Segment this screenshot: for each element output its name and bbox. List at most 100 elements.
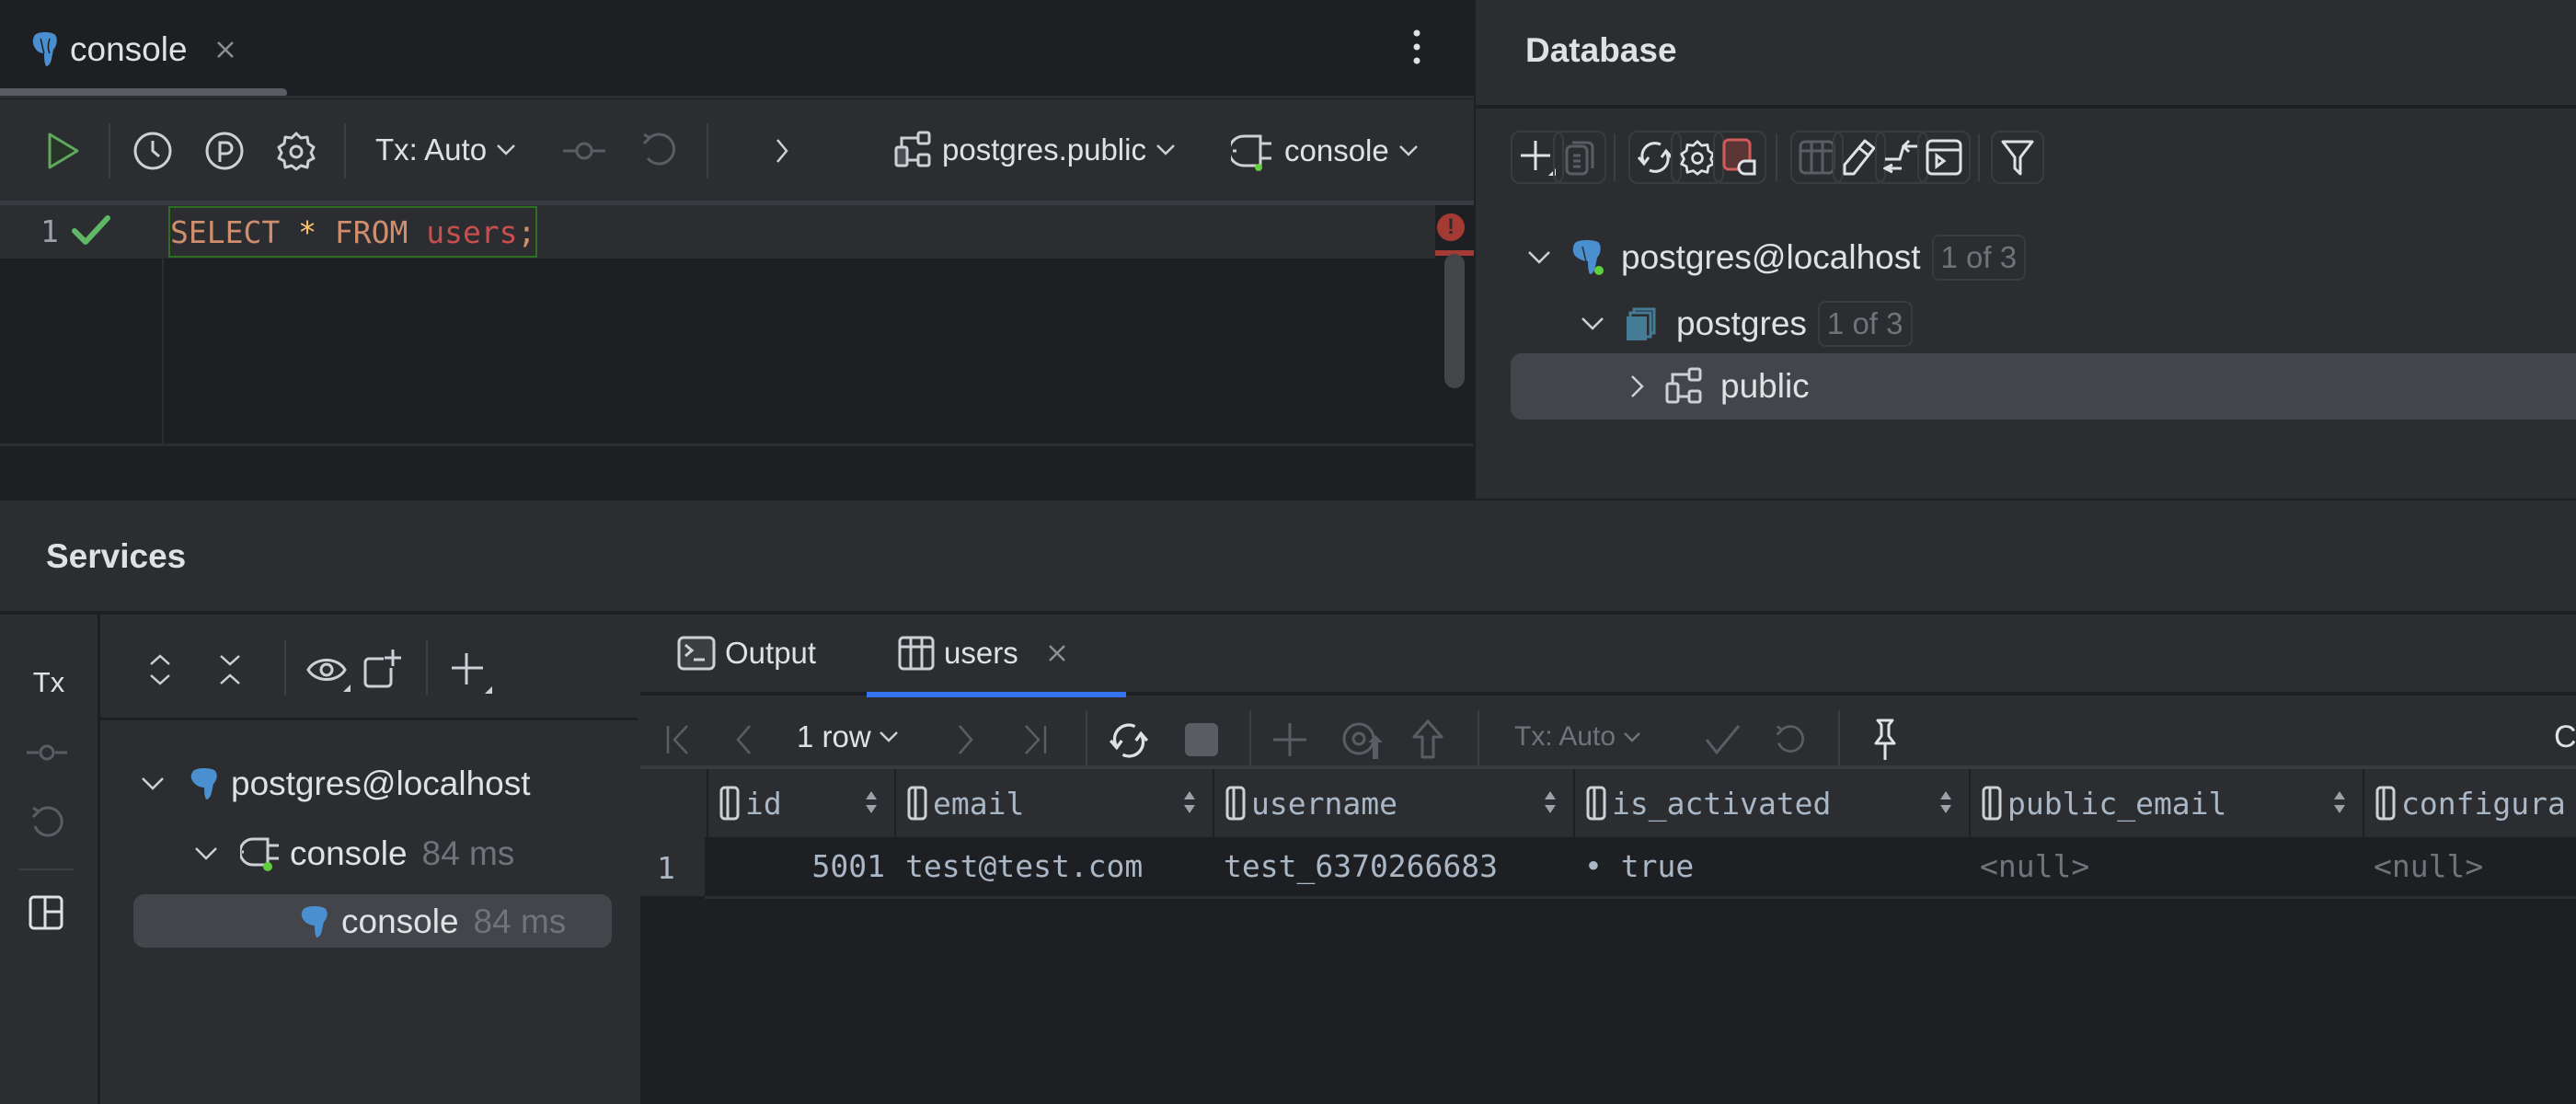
view-icon[interactable] [1340,718,1386,764]
chevron-right-icon[interactable] [1630,374,1645,398]
rollback-icon[interactable] [28,802,68,843]
page-size-dropdown[interactable]: 1 row [797,719,899,754]
eye-icon[interactable] [306,651,351,692]
chevron-down-icon[interactable] [1581,316,1604,331]
refresh-icon [1637,139,1673,176]
commit-icon[interactable] [561,134,607,167]
explain-plan-icon[interactable] [204,131,245,171]
column-header[interactable]: configura [2364,769,2576,837]
code-token-semi: ; [517,213,536,250]
chevron-down-icon[interactable] [1527,250,1551,265]
divider [0,443,1474,446]
separator [1478,710,1479,765]
collapse-all-icon[interactable] [216,653,244,686]
session-dropdown[interactable]: console [1231,131,1419,171]
panel-title: Database [1525,31,1677,69]
chevron-right-icon[interactable] [765,132,799,169]
tx-mode-button[interactable]: Tx [26,664,72,701]
run-icon[interactable] [40,127,85,175]
refresh-icon[interactable] [1108,719,1150,762]
sort-icon[interactable] [2333,789,2346,815]
code-token-kw: FROM [334,213,408,250]
tab-output[interactable]: Output [677,629,816,677]
tx-mode-dropdown[interactable]: Tx: Auto [1514,721,1641,753]
table-cell[interactable]: • true [1575,837,1969,894]
add-icon [1519,139,1556,176]
disconnect-button[interactable] [1713,131,1766,184]
table-cell[interactable]: 5001 [708,837,894,894]
rollback-icon[interactable] [1772,719,1809,760]
service-label: console [290,834,408,872]
editor-tab-bar: console [0,0,1474,99]
chevron-down-icon [496,144,516,156]
table-cell[interactable]: <null> [2364,837,2576,894]
add-service-icon[interactable] [450,650,492,694]
column-header[interactable]: is_activated [1575,769,1969,837]
grid-column: is_activated • true [1573,769,1969,896]
expand-all-icon[interactable] [146,653,174,686]
editor-scrollbar[interactable] [1444,254,1465,388]
sort-icon[interactable] [1183,789,1196,815]
tree-item-postgres[interactable]: postgres 1 of 3 [1564,291,1913,357]
tree-label: postgres [1676,305,1807,342]
chevron-down-icon[interactable] [194,846,218,861]
error-icon[interactable]: ! [1437,213,1465,241]
row-number: 1 [657,850,675,886]
table-cell[interactable]: test_6370266683 [1214,837,1573,894]
submit-icon[interactable] [1409,718,1446,762]
service-item-console[interactable]: console 84 ms [301,894,566,949]
tree-item-public[interactable]: public [1617,353,1810,420]
column-header[interactable]: public_email [1971,769,2363,837]
column-header[interactable]: id [708,769,894,837]
history-icon[interactable] [132,131,173,171]
stop-icon[interactable] [1185,723,1218,756]
tab-console[interactable]: console [31,26,236,74]
rollback-icon[interactable] [638,129,679,173]
separator [426,640,428,696]
column-icon [719,786,740,821]
commit-check-icon[interactable] [1704,721,1741,758]
sort-icon[interactable] [1544,789,1557,815]
add-row-icon[interactable] [1270,719,1310,760]
layout-icon[interactable] [28,894,64,931]
sort-icon[interactable] [865,789,878,815]
edit-icon [1843,139,1876,176]
tab-users[interactable]: users [898,629,1066,677]
new-group-icon[interactable] [363,648,408,688]
rows-label: 1 row [797,719,871,753]
first-page-icon[interactable] [664,721,692,758]
separator [109,123,110,178]
commit-icon[interactable] [24,743,70,762]
column-header[interactable]: username [1214,769,1573,837]
service-item-postgres-localhost[interactable]: postgres@localhost [141,756,531,811]
column-header[interactable]: email [896,769,1213,837]
services-tree: postgres@localhost console 84 ms console… [100,615,638,1104]
code-statement[interactable]: SELECT * FROM users; [168,206,538,258]
schema-icon [894,131,933,169]
chevron-down-icon[interactable] [141,776,165,791]
close-icon[interactable] [1048,644,1066,662]
table-cell[interactable]: test@test.com [896,837,1213,894]
tx-mode-dropdown[interactable]: Tx: Auto [375,132,516,167]
code-token-ws [280,214,298,250]
console-button[interactable] [1917,131,1971,184]
sort-icon[interactable] [1939,789,1952,815]
tree-item-postgres-localhost[interactable]: postgres@localhost 1 of 3 [1511,224,2027,291]
separator [284,640,286,696]
more-vertical-icon[interactable] [1408,24,1426,70]
previous-page-icon[interactable] [732,721,754,758]
service-label: postgres@localhost [231,765,531,802]
tx-mode-label: Tx: Auto [1514,721,1616,752]
service-item-console-session[interactable]: console 84 ms [194,826,514,881]
column-icon [1225,786,1246,821]
schema-dropdown[interactable]: postgres.public [894,131,1176,169]
count-badge: 1 of 3 [1817,301,1913,347]
close-icon[interactable] [215,40,236,60]
table-cell[interactable]: <null> [1971,837,2363,894]
pin-icon[interactable] [1869,718,1901,762]
next-page-icon[interactable] [955,721,977,758]
last-page-icon[interactable] [1021,721,1049,758]
filter-button[interactable] [1991,131,2044,184]
gear-icon[interactable] [276,129,316,173]
duplicate-button[interactable] [1553,131,1606,184]
